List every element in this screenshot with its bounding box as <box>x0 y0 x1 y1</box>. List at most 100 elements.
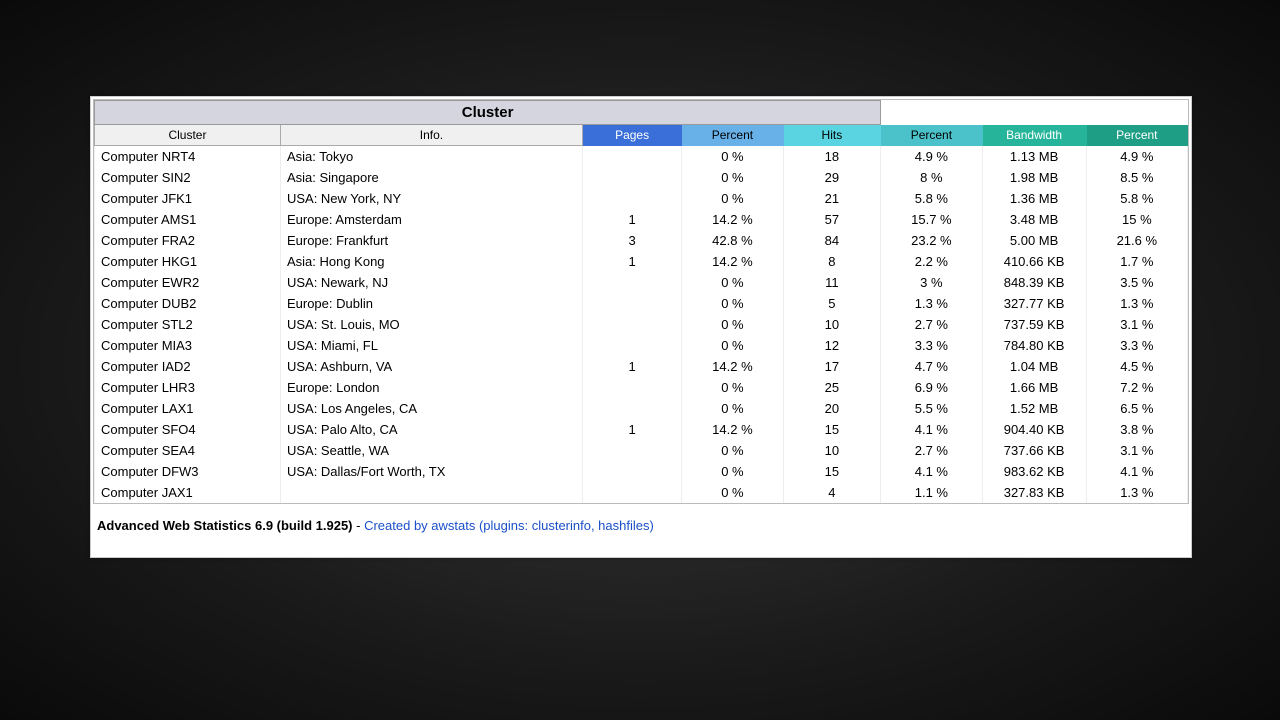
cell-bandwidth-pct: 1.3 % <box>1086 293 1187 314</box>
cell-cluster: Computer HKG1 <box>95 251 281 272</box>
title-spacer <box>881 101 1188 125</box>
table-row: Computer JFK1USA: New York, NY0 %215.8 %… <box>95 188 1188 209</box>
cell-bandwidth: 983.62 KB <box>982 461 1086 482</box>
stats-panel: Cluster Cluster Info. Pages Percent Hits… <box>90 96 1192 558</box>
cell-bandwidth-pct: 3.1 % <box>1086 440 1187 461</box>
cell-hits-pct: 15.7 % <box>881 209 982 230</box>
cell-pages-pct: 0 % <box>682 335 783 356</box>
footer-link[interactable]: Created by awstats (plugins: clusterinfo… <box>364 518 654 533</box>
cell-info: USA: Miami, FL <box>280 335 582 356</box>
table-row: Computer MIA3USA: Miami, FL0 %123.3 %784… <box>95 335 1188 356</box>
cell-bandwidth-pct: 7.2 % <box>1086 377 1187 398</box>
footer-product: Advanced Web Statistics 6.9 (build 1.925… <box>97 518 353 533</box>
cell-hits: 18 <box>783 146 881 168</box>
cell-cluster: Computer STL2 <box>95 314 281 335</box>
cluster-table: Cluster Cluster Info. Pages Percent Hits… <box>94 100 1188 503</box>
cell-cluster: Computer SEA4 <box>95 440 281 461</box>
cell-bandwidth: 1.52 MB <box>982 398 1086 419</box>
cell-bandwidth: 737.66 KB <box>982 440 1086 461</box>
cell-hits: 10 <box>783 314 881 335</box>
cell-bandwidth-pct: 5.8 % <box>1086 188 1187 209</box>
cell-bandwidth: 410.66 KB <box>982 251 1086 272</box>
cell-bandwidth: 737.59 KB <box>982 314 1086 335</box>
cell-bandwidth-pct: 4.1 % <box>1086 461 1187 482</box>
cell-info: Europe: Frankfurt <box>280 230 582 251</box>
cell-info: Asia: Hong Kong <box>280 251 582 272</box>
cell-cluster: Computer DUB2 <box>95 293 281 314</box>
cell-pages <box>582 167 681 188</box>
cell-pages-pct: 14.2 % <box>682 356 783 377</box>
cell-bandwidth-pct: 3.8 % <box>1086 419 1187 440</box>
cell-bandwidth: 784.80 KB <box>982 335 1086 356</box>
cell-pages-pct: 0 % <box>682 440 783 461</box>
cell-pages <box>582 293 681 314</box>
col-bandwidth-pct: Percent <box>1086 125 1187 146</box>
cell-pages-pct: 0 % <box>682 188 783 209</box>
cell-cluster: Computer EWR2 <box>95 272 281 293</box>
cell-cluster: Computer AMS1 <box>95 209 281 230</box>
table-row: Computer AMS1Europe: Amsterdam114.2 %571… <box>95 209 1188 230</box>
cell-info: Europe: London <box>280 377 582 398</box>
table-row: Computer SFO4USA: Palo Alto, CA114.2 %15… <box>95 419 1188 440</box>
cell-pages-pct: 0 % <box>682 146 783 168</box>
col-cluster: Cluster <box>95 125 281 146</box>
cell-cluster: Computer MIA3 <box>95 335 281 356</box>
cell-pages: 1 <box>582 356 681 377</box>
cell-hits-pct: 2.7 % <box>881 314 982 335</box>
cell-hits-pct: 6.9 % <box>881 377 982 398</box>
cell-info: USA: Los Angeles, CA <box>280 398 582 419</box>
cell-bandwidth: 1.04 MB <box>982 356 1086 377</box>
cell-hits: 15 <box>783 419 881 440</box>
cell-pages <box>582 398 681 419</box>
cell-bandwidth: 1.13 MB <box>982 146 1086 168</box>
cell-info <box>280 482 582 503</box>
cell-bandwidth: 1.98 MB <box>982 167 1086 188</box>
cell-hits-pct: 3 % <box>881 272 982 293</box>
col-bandwidth: Bandwidth <box>982 125 1086 146</box>
cell-hits: 15 <box>783 461 881 482</box>
cell-pages-pct: 0 % <box>682 377 783 398</box>
cell-bandwidth: 904.40 KB <box>982 419 1086 440</box>
table-row: Computer LHR3Europe: London0 %256.9 %1.6… <box>95 377 1188 398</box>
cell-hits: 20 <box>783 398 881 419</box>
table-row: Computer FRA2Europe: Frankfurt342.8 %842… <box>95 230 1188 251</box>
table-row: Computer NRT4Asia: Tokyo0 %184.9 %1.13 M… <box>95 146 1188 168</box>
cell-info: USA: Ashburn, VA <box>280 356 582 377</box>
table-row: Computer SEA4USA: Seattle, WA0 %102.7 %7… <box>95 440 1188 461</box>
cell-pages <box>582 335 681 356</box>
cell-hits: 8 <box>783 251 881 272</box>
cell-pages <box>582 272 681 293</box>
cell-info: USA: New York, NY <box>280 188 582 209</box>
cell-pages-pct: 0 % <box>682 167 783 188</box>
cell-hits: 25 <box>783 377 881 398</box>
cell-hits-pct: 5.5 % <box>881 398 982 419</box>
cell-pages: 1 <box>582 251 681 272</box>
cell-bandwidth-pct: 3.1 % <box>1086 314 1187 335</box>
cell-bandwidth-pct: 4.5 % <box>1086 356 1187 377</box>
cell-bandwidth: 848.39 KB <box>982 272 1086 293</box>
cell-bandwidth-pct: 4.9 % <box>1086 146 1187 168</box>
cell-hits-pct: 2.7 % <box>881 440 982 461</box>
table-row: Computer SIN2Asia: Singapore0 %298 %1.98… <box>95 167 1188 188</box>
cell-hits-pct: 3.3 % <box>881 335 982 356</box>
cell-info: Europe: Amsterdam <box>280 209 582 230</box>
col-hits: Hits <box>783 125 881 146</box>
cell-bandwidth: 1.36 MB <box>982 188 1086 209</box>
cell-hits: 29 <box>783 167 881 188</box>
cell-pages-pct: 0 % <box>682 482 783 503</box>
cell-hits-pct: 8 % <box>881 167 982 188</box>
cell-hits: 57 <box>783 209 881 230</box>
cell-pages-pct: 0 % <box>682 461 783 482</box>
cell-hits-pct: 2.2 % <box>881 251 982 272</box>
cell-pages: 1 <box>582 209 681 230</box>
cell-info: USA: St. Louis, MO <box>280 314 582 335</box>
cell-bandwidth: 3.48 MB <box>982 209 1086 230</box>
cell-cluster: Computer JFK1 <box>95 188 281 209</box>
cell-pages-pct: 14.2 % <box>682 419 783 440</box>
cell-pages <box>582 314 681 335</box>
cell-cluster: Computer SFO4 <box>95 419 281 440</box>
table-row: Computer EWR2USA: Newark, NJ0 %113 %848.… <box>95 272 1188 293</box>
cell-cluster: Computer SIN2 <box>95 167 281 188</box>
cell-pages-pct: 0 % <box>682 314 783 335</box>
cell-hits: 4 <box>783 482 881 503</box>
